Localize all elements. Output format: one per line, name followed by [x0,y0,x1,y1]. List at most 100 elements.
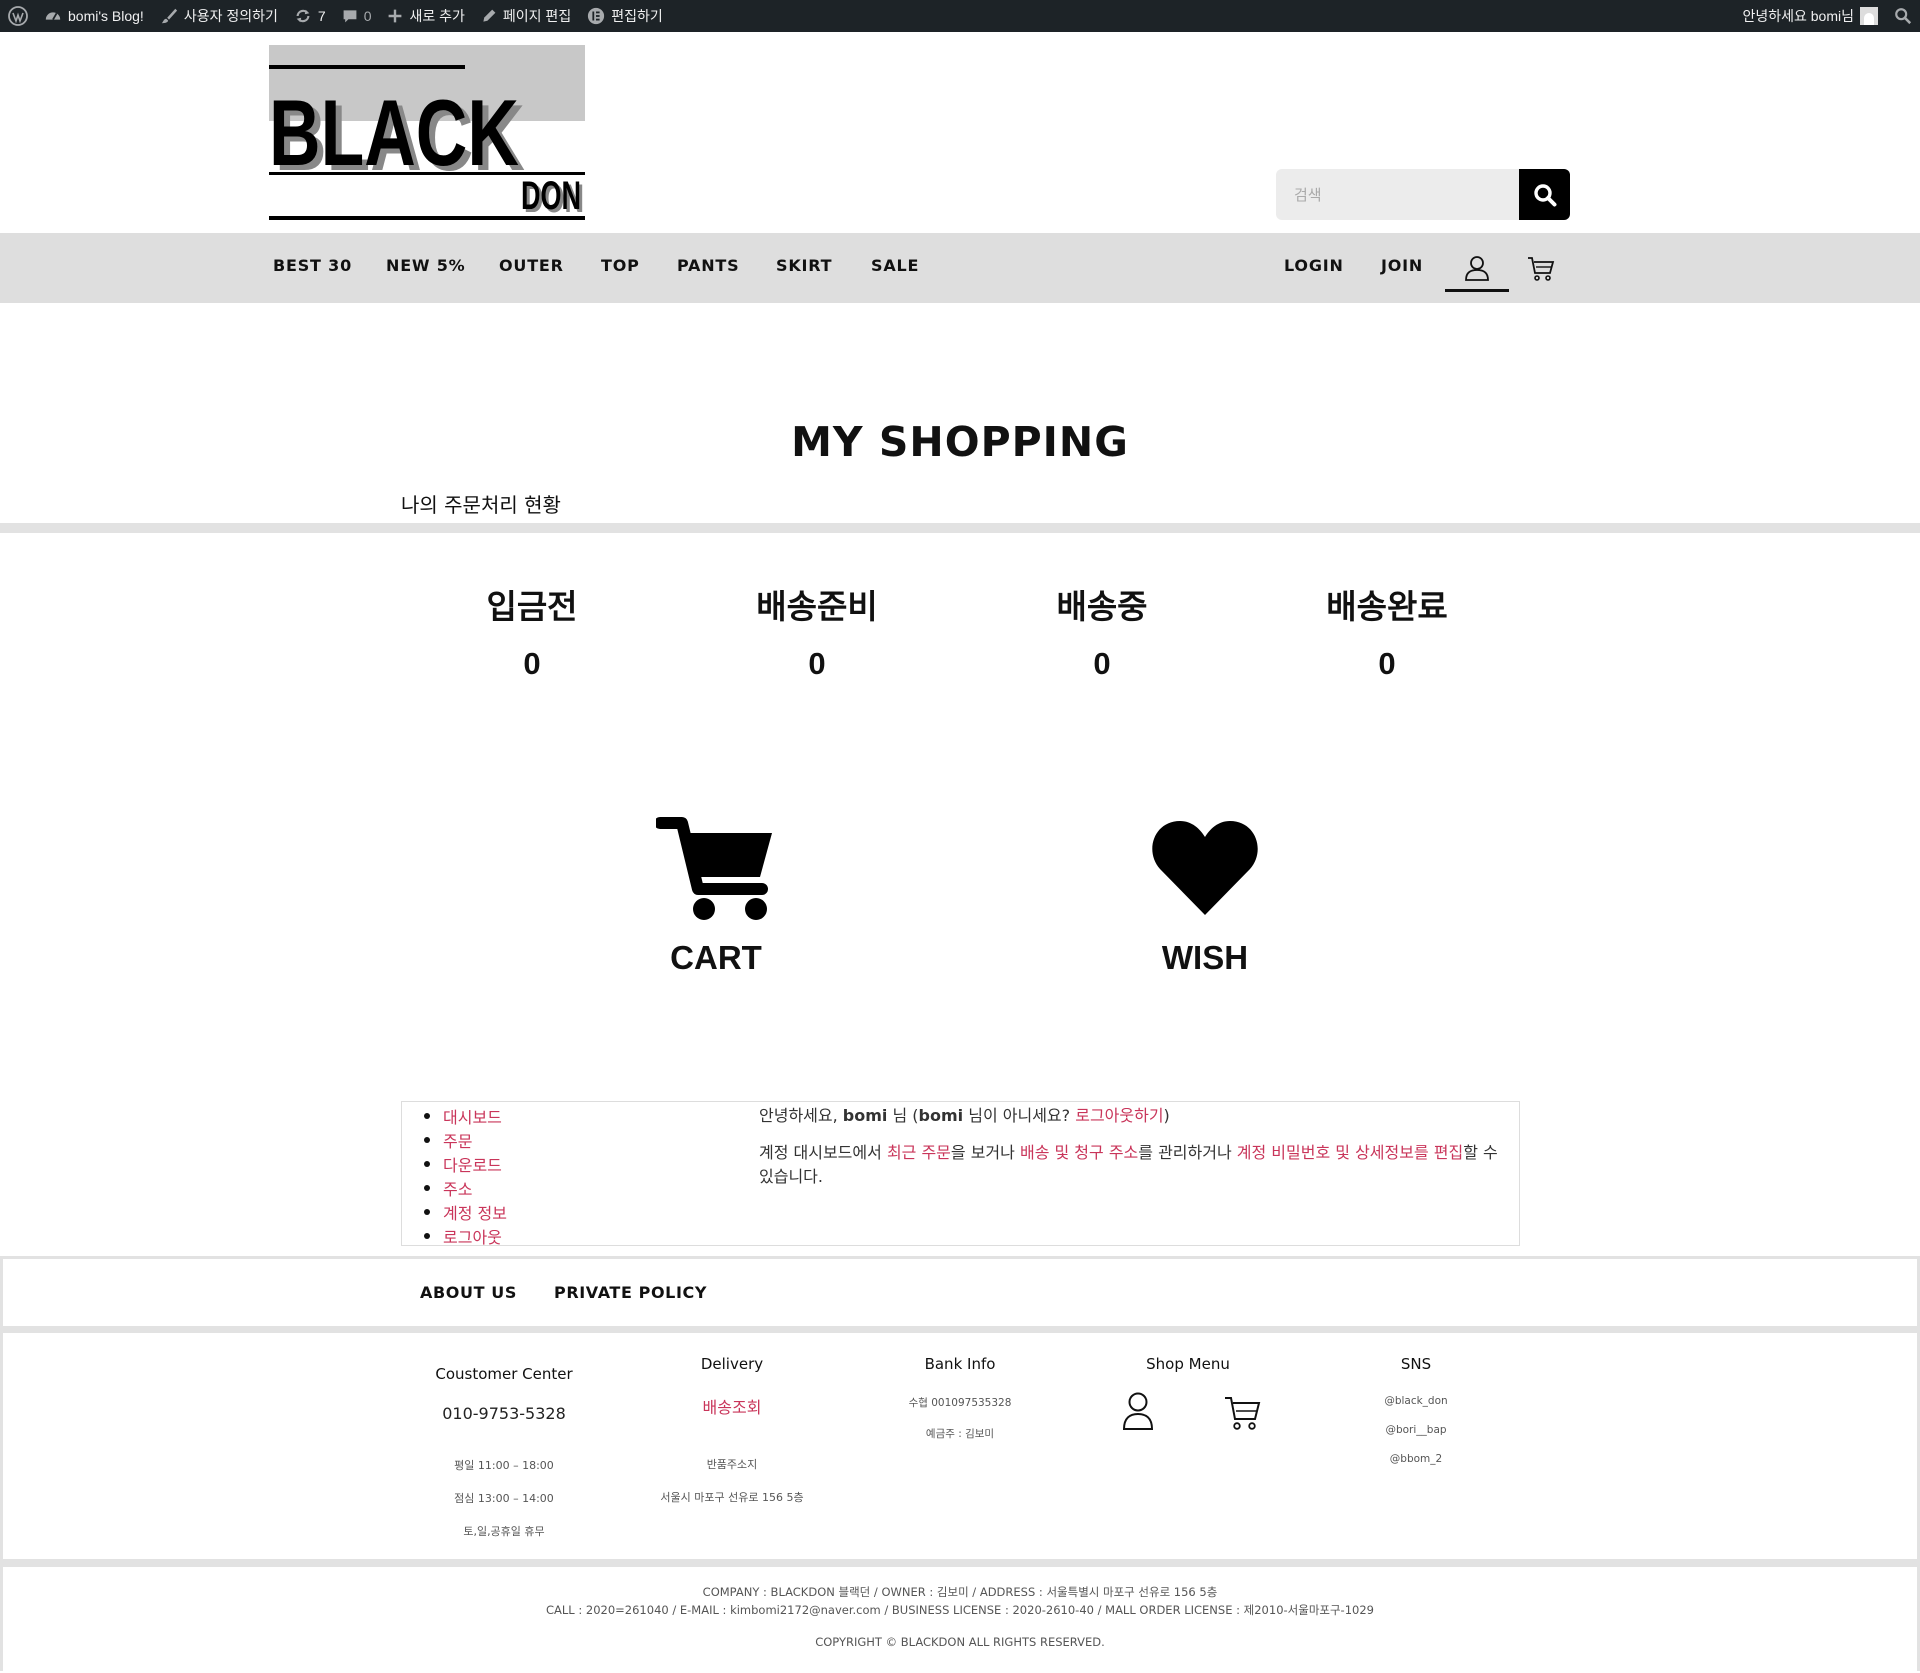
logout-link[interactable]: 로그아웃하기 [1075,1106,1163,1125]
copyright: COPYRIGHT © BLACKDON ALL RIGHTS RESERVED… [815,1635,1105,1649]
nav-account-icon[interactable] [1463,254,1491,282]
nav-item-sale[interactable]: SALE [871,233,919,303]
account-nav-logout[interactable]: 로그아웃 [424,1224,507,1248]
admin-elementor-edit[interactable]: 편집하기 [579,0,671,32]
admin-site-name[interactable]: bomi's Blog! [36,0,152,32]
shop-menu-title: Shop Menu [1146,1355,1230,1373]
account-nav-dashboard[interactable]: 대시보드 [424,1104,507,1128]
customer-center-hours: 점심 13:00 – 14:00 [454,1492,554,1505]
search-input[interactable] [1276,169,1519,220]
dashboard-icon [45,12,61,21]
cart-shortcut[interactable]: CART [616,815,816,977]
wish-shortcut-label: WISH [1161,939,1249,976]
nav-cart-icon[interactable] [1527,256,1555,282]
bank-account-holder: 예금주 : 김보미 [925,1428,995,1440]
account-dashboard-content: 안녕하세요, bomi 님 (bomi 님이 아니세요? 로그아웃하기) 계정 … [759,1104,1515,1202]
page-title: MY SHOPPING [791,418,1129,466]
pencil-icon [483,9,496,22]
order-status-divider [0,523,1920,533]
greeting-username: bomi [842,1106,888,1125]
footer-sns: SNS @black_don @bori__bap @bbom_2 [1316,1355,1516,1465]
account-nav-label: 계정 정보 [443,1204,507,1223]
account-nav-label: 대시보드 [443,1108,502,1127]
admin-greeting: 안녕하세요 bomi님 [1742,8,1854,24]
nav-item-skirt[interactable]: SKIRT [776,233,832,303]
admin-updates[interactable]: 7 [286,0,334,32]
company-info-line: CALL : 2020=261040 / E-MAIL : kimbomi217… [546,1603,1374,1617]
description-text: 를 관리하거나 [1138,1143,1237,1162]
account-nav-label: 로그아웃 [443,1228,502,1247]
account-dashboard: 대시보드 주문 다운로드 주소 계정 정보 로그아웃 안녕하세요, bomi 님… [401,1101,1520,1248]
order-status-pending-payment[interactable]: 입금전 0 [422,580,642,682]
order-status-preparing[interactable]: 배송준비 0 [707,580,927,682]
footer-privacy-policy-link[interactable]: PRIVATE POLICY [554,1259,707,1326]
wordpress-logo-icon[interactable] [0,0,36,32]
wish-shortcut[interactable]: WISH [1105,815,1305,977]
site-logo[interactable]: BLACK BLACK DON DON [269,45,585,221]
admin-search-icon[interactable] [1886,0,1920,32]
footer-company-info: COMPANY : BLACKDON 블랙던 / OWNER : 김보미 / A… [3,1567,1917,1671]
updates-icon [296,9,310,23]
sns-handle-link[interactable]: @black_don [1316,1395,1516,1407]
nav-active-underline [1445,289,1509,292]
sns-handle-link[interactable]: @bori__bap [1316,1424,1516,1436]
footer-customer-center: Coustomer Center 010-9753-5328 평일 11:00 … [404,1365,604,1539]
search-icon [1533,183,1556,206]
order-status-shipping[interactable]: 배송중 0 [992,580,1212,682]
return-address-label: 반품주소지 [706,1458,758,1471]
search-form [1276,169,1570,220]
svg-text:BLACK: BLACK [269,80,519,185]
sns-title: SNS [1400,1355,1432,1373]
customer-center-hours: 토,일,공휴일 휴무 [463,1525,545,1538]
brush-icon [161,8,177,24]
admin-account-menu[interactable]: 안녕하세요 bomi님 [1734,0,1886,32]
admin-edit-page[interactable]: 페이지 편집 [473,0,579,32]
admin-customize[interactable]: 사용자 정의하기 [152,0,286,32]
account-nav-orders[interactable]: 주문 [424,1128,507,1152]
account-nav-account-details[interactable]: 계정 정보 [424,1200,507,1224]
plus-icon [389,9,402,23]
account-nav-downloads[interactable]: 다운로드 [424,1152,507,1176]
admin-bar: bomi's Blog! 사용자 정의하기 7 0 새로 추가 페이지 편집 편… [0,0,1920,32]
description-text: 을 보거나 [950,1143,1020,1162]
order-status-delivered[interactable]: 배송완료 0 [1277,580,1497,682]
greeting-text: 님 ( [887,1106,919,1125]
company-info-line: COMPANY : BLACKDON 블랙던 / OWNER : 김보미 / A… [702,1585,1218,1599]
greeting-text: 안녕하세요, [759,1106,843,1125]
nav-item-top[interactable]: TOP [601,233,640,303]
footer-delivery: Delivery 배송조회 반품주소지 서울시 마포구 선유로 156 5층 [632,1355,832,1505]
order-status-label: 배송준비 [756,587,878,626]
admin-comments[interactable]: 0 [334,0,380,32]
nav-item-new[interactable]: NEW 5% [386,233,466,303]
account-greeting: 안녕하세요, bomi 님 (bomi 님이 아니세요? 로그아웃하기) [759,1104,1515,1128]
addresses-link[interactable]: 배송 및 청구 주소 [1020,1143,1138,1162]
order-status-label: 배송중 [1056,587,1148,626]
nav-login-link[interactable]: LOGIN [1284,233,1344,303]
cart-shortcut-label: CART [670,939,762,976]
account-dashboard-description: 계정 대시보드에서 최근 주문을 보거나 배송 및 청구 주소를 관리하거나 계… [759,1141,1515,1189]
customer-center-phone: 010-9753-5328 [442,1404,566,1423]
delivery-tracking-link[interactable]: 배송조회 [632,1394,832,1418]
account-nav-addresses[interactable]: 주소 [424,1176,507,1200]
footer-account-icon[interactable] [1121,1391,1155,1431]
admin-avatar [1860,7,1878,25]
main-navigation: BEST 30 NEW 5% OUTER TOP PANTS SKIRT SAL… [0,233,1920,303]
sns-handle-link[interactable]: @bbom_2 [1316,1453,1516,1465]
footer-shop-menu: Shop Menu [1088,1355,1288,1451]
admin-new-content[interactable]: 새로 추가 [379,0,472,32]
comment-icon [343,10,357,23]
nav-join-link[interactable]: JOIN [1381,233,1423,303]
edit-account-link[interactable]: 계정 비밀번호 및 상세정보를 편집 [1237,1143,1463,1162]
footer-cart-icon[interactable] [1224,1395,1262,1431]
svg-text:DON: DON [521,174,581,218]
nav-item-best30[interactable]: BEST 30 [273,233,352,303]
footer-about-us-link[interactable]: ABOUT US [420,1259,517,1326]
nav-item-pants[interactable]: PANTS [677,233,739,303]
recent-orders-link[interactable]: 최근 주문 [887,1143,951,1162]
search-button[interactable] [1519,169,1570,220]
nav-item-outer[interactable]: OUTER [499,233,564,303]
order-status-count: 0 [1378,646,1396,681]
account-nav-label: 다운로드 [443,1156,502,1175]
admin-new-label: 새로 추가 [409,8,465,24]
admin-site-name-label: bomi's Blog! [68,8,144,24]
